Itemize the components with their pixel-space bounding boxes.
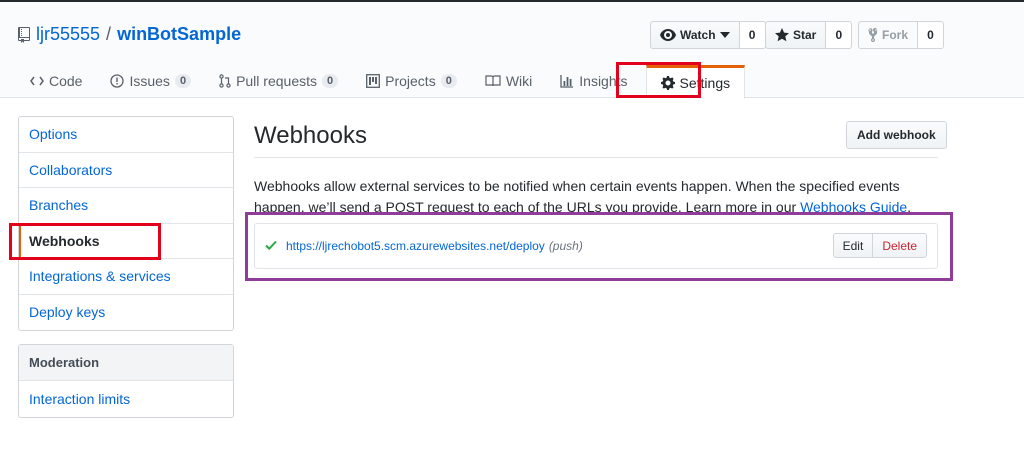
- menu-item-integrations[interactable]: Integrations & services: [19, 259, 233, 295]
- watch-count[interactable]: 0: [739, 21, 766, 49]
- page-title: Webhooks: [254, 122, 367, 149]
- project-icon: [366, 74, 381, 88]
- tab-wiki[interactable]: Wiki: [471, 64, 546, 98]
- menu-item-deploy-keys[interactable]: Deploy keys: [19, 295, 233, 331]
- eye-icon: [660, 29, 676, 41]
- issue-icon: [110, 74, 125, 88]
- watch-button[interactable]: Watch: [650, 21, 740, 49]
- webhooks-menu-highlight-box: [9, 223, 161, 260]
- add-webhook-button[interactable]: Add webhook: [846, 121, 947, 149]
- repo-name-link[interactable]: winBotSample: [117, 24, 241, 45]
- fork-group: Fork 0: [858, 21, 945, 49]
- issues-counter: 0: [174, 74, 192, 88]
- projects-counter: 0: [440, 74, 457, 88]
- pull-requests-counter: 0: [322, 74, 339, 88]
- repo-separator: /: [106, 24, 112, 44]
- watch-group: Watch 0: [650, 21, 766, 49]
- tab-wiki-label: Wiki: [505, 73, 533, 89]
- moderation-heading: Moderation: [19, 345, 233, 381]
- menu-item-interaction-limits[interactable]: Interaction limits: [19, 381, 233, 417]
- settings-highlight-box: [616, 62, 701, 98]
- repo-title: ljr55555 / winBotSample: [18, 24, 241, 45]
- star-count[interactable]: 0: [826, 21, 853, 49]
- fork-icon: [868, 28, 878, 42]
- menu-item-branches[interactable]: Branches: [19, 188, 233, 224]
- star-button[interactable]: Star: [765, 21, 827, 49]
- fork-label: Fork: [882, 28, 909, 42]
- star-group: Star 0: [765, 21, 853, 49]
- tab-issues[interactable]: Issues 0: [96, 64, 205, 98]
- star-label: Star: [793, 28, 817, 42]
- tab-pull-requests-label: Pull requests: [236, 73, 317, 89]
- menu-item-options[interactable]: Options: [19, 117, 233, 153]
- pull-request-icon: [219, 74, 231, 88]
- tab-pull-requests[interactable]: Pull requests 0: [205, 64, 352, 98]
- star-icon: [775, 28, 789, 42]
- repo-icon: [18, 26, 30, 43]
- tab-projects[interactable]: Projects 0: [352, 64, 471, 98]
- tab-code[interactable]: Code: [16, 64, 96, 98]
- tab-issues-label: Issues: [129, 73, 170, 89]
- menu-item-collaborators[interactable]: Collaborators: [19, 153, 233, 188]
- tab-projects-label: Projects: [385, 73, 436, 89]
- code-icon: [30, 76, 44, 86]
- webhook-highlight-box: [245, 212, 953, 281]
- fork-count[interactable]: 0: [918, 21, 945, 49]
- fork-button[interactable]: Fork: [858, 21, 919, 49]
- caret-down-icon: [719, 32, 730, 38]
- repo-owner-link[interactable]: ljr55555: [36, 24, 100, 45]
- repo-header: ljr55555 / winBotSample Watch 0 Star 0 F…: [0, 2, 1024, 99]
- graph-icon: [560, 75, 574, 88]
- tab-code-label: Code: [49, 73, 83, 89]
- title-divider: [254, 157, 938, 158]
- book-icon: [485, 75, 501, 87]
- watch-label: Watch: [680, 28, 716, 42]
- moderation-menu: Moderation Interaction limits: [18, 344, 234, 418]
